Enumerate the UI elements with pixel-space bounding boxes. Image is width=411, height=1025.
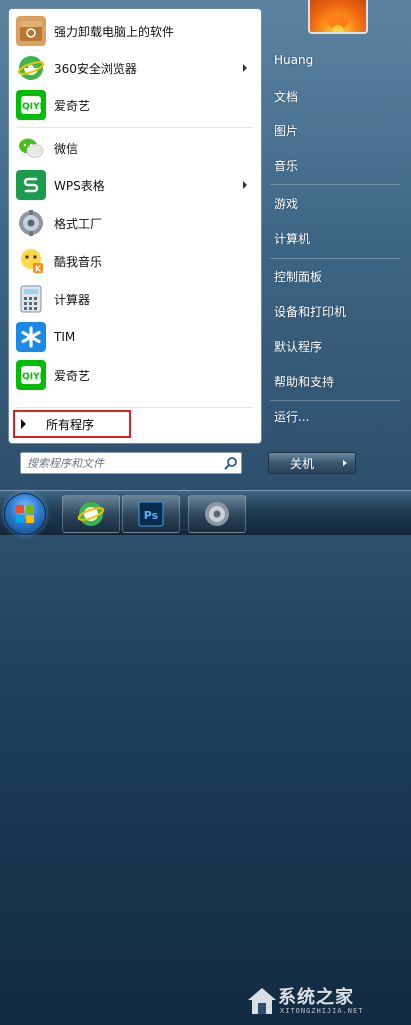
program-label: 酷我音乐 [54, 254, 103, 269]
program-item[interactable]: K 酷我音乐 [13, 243, 257, 279]
program-item[interactable]: 格式工厂 [13, 205, 257, 241]
wps-sheet-icon [16, 170, 46, 200]
separator [270, 184, 400, 185]
right-item-control-panel[interactable]: 控制面板 [268, 261, 402, 291]
taskbar-format-factory[interactable] [188, 495, 246, 533]
right-item-default-programs[interactable]: 默认程序 [268, 331, 402, 361]
right-item-label: 图片 [274, 123, 299, 138]
right-item-user[interactable]: Huang [268, 45, 402, 75]
all-programs-label: 所有程序 [46, 417, 95, 432]
program-label: 微信 [54, 141, 79, 156]
program-label: 360安全浏览器 [54, 61, 137, 76]
program-label: 爱奇艺 [54, 368, 91, 383]
program-label: TIM [54, 330, 76, 344]
program-label: 格式工厂 [54, 216, 103, 231]
right-item-label: 运行... [274, 409, 310, 424]
format-factory-icon [205, 502, 229, 526]
right-item-label: 帮助和支持 [274, 374, 335, 389]
format-factory-icon [16, 208, 46, 238]
right-item-help-support[interactable]: 帮助和支持 [268, 366, 402, 396]
shutdown-button[interactable]: 关机 [268, 452, 336, 474]
separator [270, 258, 400, 259]
program-item[interactable]: 360安全浏览器 [13, 50, 257, 86]
right-item-label: 游戏 [274, 196, 299, 211]
program-item[interactable]: WPS表格 [13, 167, 257, 203]
tim-icon [16, 322, 46, 352]
user-avatar[interactable] [308, 0, 368, 34]
photoshop-icon: Ps [138, 501, 164, 527]
search-box[interactable] [20, 452, 242, 474]
program-item[interactable]: 微信 [13, 130, 257, 166]
watermark-text: 系统之家 [278, 987, 354, 1008]
right-item-label: 控制面板 [274, 269, 323, 284]
programs-panel: 强力卸载电脑上的软件 360安全浏览器 iQIYI 爱奇艺 微信 WPS表格 格… [8, 8, 262, 444]
expand-arrow-icon [21, 419, 26, 429]
uninstall-box-icon [16, 16, 46, 46]
house-logo-icon [248, 988, 276, 1014]
separator [17, 127, 253, 128]
program-item[interactable]: 强力卸载电脑上的软件 [13, 13, 257, 49]
right-item-music[interactable]: 音乐 [268, 150, 402, 180]
submenu-arrow-icon [243, 64, 247, 72]
right-item-label: 音乐 [274, 158, 299, 173]
program-item[interactable]: iQIYI 爱奇艺 [13, 357, 257, 393]
chevron-right-icon [343, 460, 347, 466]
right-item-label: Huang [274, 53, 314, 67]
program-label: 计算器 [54, 292, 91, 307]
windows-logo-icon [16, 505, 34, 523]
right-item-pictures[interactable]: 图片 [268, 115, 402, 145]
svg-text:iQIYI: iQIYI [19, 102, 43, 112]
watermark-logo: 系统之家 XITONGZHIJIA.NET [244, 979, 410, 1025]
kuwo-music-icon: K [16, 246, 46, 276]
program-label: 强力卸载电脑上的软件 [54, 24, 175, 39]
taskbar-photoshop[interactable]: Ps [122, 495, 180, 533]
program-label: 爱奇艺 [54, 98, 91, 113]
taskbar-browser-360[interactable] [62, 495, 120, 533]
browser-360-icon [16, 53, 46, 83]
start-button[interactable] [4, 493, 46, 535]
right-item-games[interactable]: 游戏 [268, 188, 402, 218]
browser-360-icon [77, 502, 105, 526]
program-label: WPS表格 [54, 178, 105, 193]
submenu-arrow-icon [243, 181, 247, 189]
svg-text:Ps: Ps [144, 509, 159, 522]
watermark-subtext: XITONGZHIJIA.NET [280, 1007, 364, 1015]
shutdown-options-button[interactable] [335, 452, 356, 474]
separator [17, 407, 253, 408]
right-item-label: 默认程序 [274, 339, 323, 354]
svg-text:K: K [35, 265, 42, 274]
right-item-label: 设备和打印机 [274, 304, 347, 319]
program-item[interactable]: TIM [13, 319, 257, 355]
calculator-icon [16, 284, 46, 314]
iqiyi-icon: iQIYI [16, 90, 46, 120]
svg-text:iQIYI: iQIYI [19, 372, 43, 382]
right-item-computer[interactable]: 计算机 [268, 223, 402, 253]
right-item-devices-printers[interactable]: 设备和打印机 [268, 296, 402, 326]
start-menu: 强力卸载电脑上的软件 360安全浏览器 iQIYI 爱奇艺 微信 WPS表格 格… [0, 0, 411, 490]
wechat-icon [16, 133, 46, 163]
all-programs-button[interactable]: 所有程序 [13, 410, 131, 438]
right-item-run[interactable]: 运行... [268, 401, 402, 431]
iqiyi-icon: iQIYI [16, 360, 46, 390]
search-icon[interactable] [221, 453, 241, 473]
program-item[interactable]: iQIYI 爱奇艺 [13, 87, 257, 123]
right-item-label: 文档 [274, 89, 299, 104]
search-input[interactable] [21, 455, 221, 471]
right-item-label: 计算机 [274, 231, 311, 246]
taskbar: Ps 系统之家 XITONGZHIJIA.NET [0, 490, 411, 1015]
program-item[interactable]: 计算器 [13, 281, 257, 317]
right-item-documents[interactable]: 文档 [268, 81, 402, 111]
